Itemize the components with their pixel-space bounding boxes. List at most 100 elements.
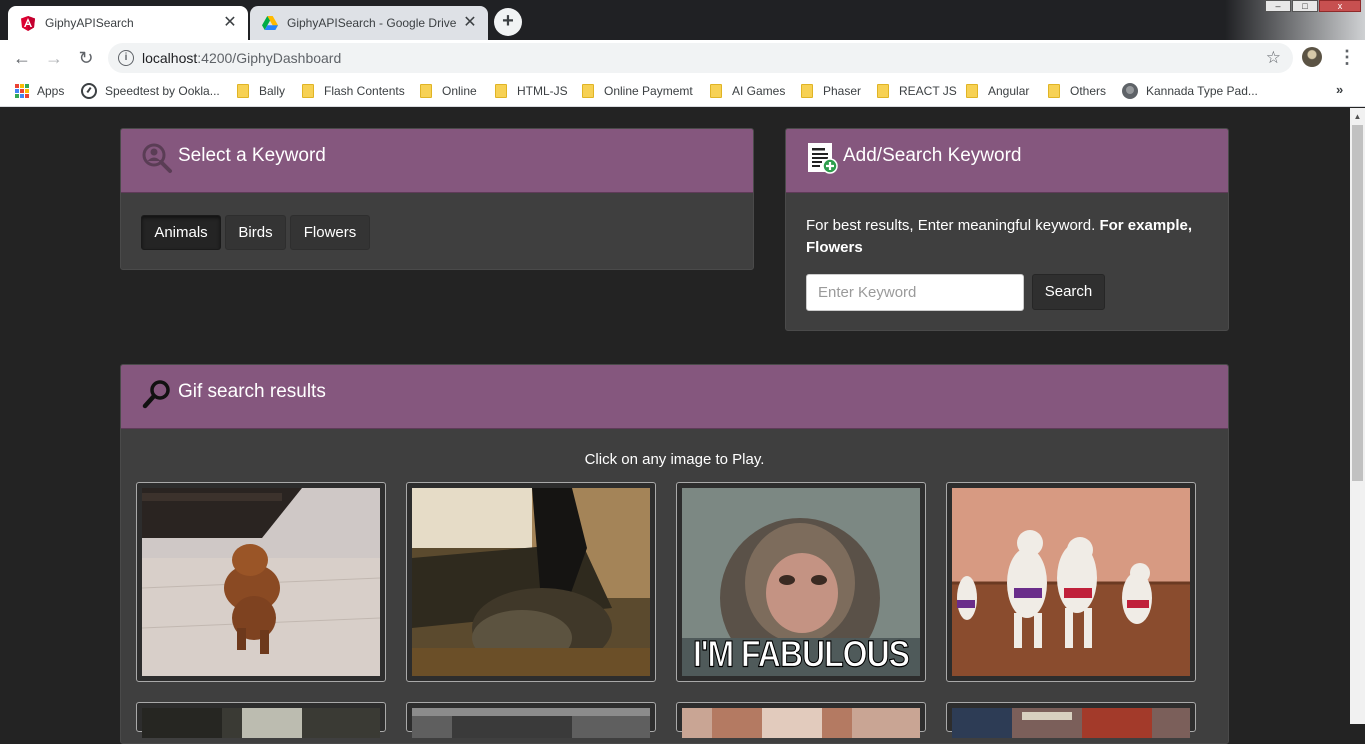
address-bar[interactable]: i localhost:4200/GiphyDashboard ☆ [108,43,1293,73]
scrollbar-thumb[interactable] [1352,125,1363,481]
gif-results-panel: Gif search results Click on any image to… [120,364,1229,744]
forward-arrow-icon[interactable]: → [43,47,65,69]
bookmark-label: AI Games [732,84,786,98]
maximize-window-icon[interactable]: □ [1292,0,1318,12]
bookmark-online-paymemt[interactable]: Online Paymemt [582,81,693,101]
bookmark-label: Online [442,84,477,98]
bookmark-label: HTML-JS [517,84,568,98]
folder-icon [710,84,722,98]
bookmark-phaser[interactable]: Phaser [801,81,861,101]
profile-avatar[interactable] [1302,47,1322,67]
info-icon[interactable]: i [118,50,134,66]
url-text[interactable]: localhost:4200/GiphyDashboard [142,43,341,73]
browser-toolbar: ← → ↻ i localhost:4200/GiphyDashboard ☆ … [0,40,1365,76]
back-arrow-icon[interactable]: ← [11,47,33,69]
keyword-button-animals[interactable]: Animals [141,215,221,250]
bookmark-label: Online Paymemt [604,84,693,98]
url-host: localhost [142,50,198,66]
bookmark-star-icon[interactable]: ☆ [1266,43,1281,73]
new-tab-button[interactable]: + [494,8,522,36]
keyword-button-birds[interactable]: Birds [225,215,286,250]
hint-text: For best results, Enter meaningful keywo… [806,217,1096,234]
angular-icon [20,15,36,31]
bookmark-react-js[interactable]: REACT JS [877,81,957,101]
tab-title: GiphyAPISearch - Google Drive [287,16,457,30]
gif-result-6[interactable] [412,708,650,738]
bookmark-label: REACT JS [899,84,957,98]
search-button[interactable]: Search [1032,274,1105,310]
magnifier-person-icon [141,142,173,174]
bookmark-apps[interactable]: Apps [15,81,64,101]
gif-caption: I'M FABULOUS [692,633,910,676]
folder-icon [237,84,249,98]
tab-google-drive[interactable]: GiphyAPISearch - Google Drive ✕ [250,6,488,40]
bookmark-others[interactable]: Others [1048,81,1106,101]
bookmark-bally[interactable]: Bally [237,81,285,101]
minimize-window-icon[interactable]: – [1265,0,1291,12]
bookmark-kannada-type-pad[interactable]: Kannada Type Pad... [1122,81,1258,101]
gif-result-5[interactable] [142,708,380,738]
gif-card-6[interactable] [406,702,656,738]
bookmark-online[interactable]: Online [420,81,477,101]
select-keyword-panel: Select a Keyword Animals Birds Flowers [120,128,754,270]
folder-icon [877,84,889,98]
bookmarks-bar: Apps Speedtest by Ookla... Bally Flash C… [0,76,1365,107]
cat-dancing-gif[interactable] [412,488,650,676]
bookmark-ai-games[interactable]: AI Games [710,81,785,101]
folder-icon [801,84,813,98]
folder-icon [1048,84,1060,98]
keyword-hint: For best results, Enter meaningful keywo… [806,215,1216,259]
bookmark-speedtest[interactable]: Speedtest by Ookla... [81,81,220,101]
bookmark-label: Flash Contents [324,84,405,98]
monkey-fabulous-gif[interactable]: I'M FABULOUS [682,488,920,676]
gif-card-2[interactable] [406,482,656,682]
scroll-up-arrow-icon[interactable]: ▲ [1353,112,1362,121]
bookmark-label: Speedtest by Ookla... [105,84,220,98]
reload-icon[interactable]: ↻ [75,47,97,69]
panel-header: Add/Search Keyword [786,129,1228,193]
poodle-walking-gif[interactable] [142,488,380,676]
google-drive-icon [262,15,278,31]
page-body: Select a Keyword Animals Birds Flowers A… [0,108,1350,744]
bookmark-label: Others [1070,84,1107,98]
add-search-keyword-panel: Add/Search Keyword For best results, Ent… [785,128,1229,331]
bookmark-flash-contents[interactable]: Flash Contents [302,81,405,101]
more-bookmarks-icon[interactable]: » [1336,82,1343,97]
bookmark-label: Angular [988,84,1030,98]
add-document-icon [806,142,838,174]
gif-card-8[interactable] [946,702,1196,738]
play-hint: Click on any image to Play. [584,451,765,468]
tab-giphyapisearch[interactable]: GiphyAPISearch ✕ [8,6,248,40]
bookmark-angular[interactable]: Angular [966,81,1029,101]
keyword-input[interactable] [806,274,1024,311]
gif-result-7[interactable] [682,708,920,738]
close-tab-icon[interactable]: ✕ [222,15,238,31]
close-window-icon[interactable]: x [1319,0,1361,12]
folder-icon [966,84,978,98]
browser-menu-icon[interactable]: ⋮ [1338,46,1356,68]
gif-card-4[interactable] [946,482,1196,682]
panel-header: Select a Keyword [121,129,753,193]
panel-title: Select a Keyword [178,145,326,166]
gif-card-7[interactable] [676,702,926,738]
keyword-button-flowers[interactable]: Flowers [290,215,370,250]
panel-title: Add/Search Keyword [843,145,1022,166]
gif-card-5[interactable] [136,702,386,738]
close-tab-icon[interactable]: ✕ [462,15,478,31]
bookmark-label: Kannada Type Pad... [1146,84,1258,98]
folder-icon [582,84,594,98]
tab-title: GiphyAPISearch [45,16,134,30]
panel-header: Gif search results [121,365,1228,429]
bookmark-label: Bally [259,84,286,98]
panel-title: Gif search results [178,381,326,402]
bookmark-label: Apps [37,84,65,98]
folder-icon [420,84,432,98]
page-scrollbar[interactable]: ▲ [1350,108,1365,724]
gif-card-3[interactable]: I'M FABULOUS [676,482,926,682]
gif-card-1[interactable] [136,482,386,682]
bookmark-html-js[interactable]: HTML-JS [495,81,568,101]
gif-result-8[interactable] [952,708,1190,738]
dancing-poodles-gif[interactable] [952,488,1190,676]
url-path: :4200/GiphyDashboard [197,50,342,66]
speedtest-icon [81,83,97,99]
